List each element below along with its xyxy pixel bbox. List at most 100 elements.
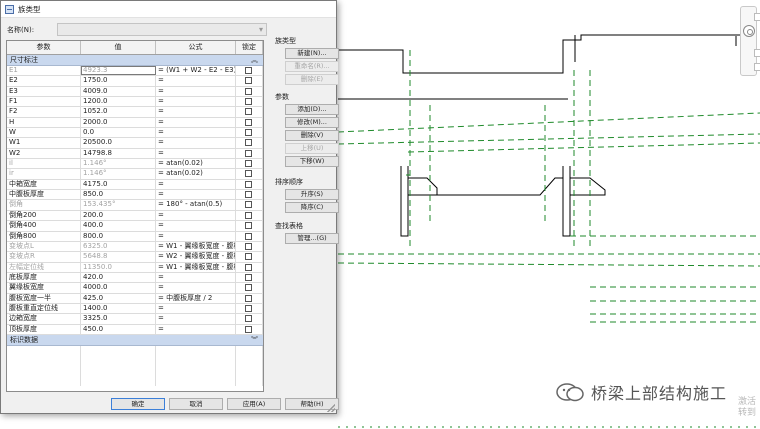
formula-cell[interactable]: = W2 - 翼缘板宽度 - 腹板 (156, 252, 236, 262)
table-row[interactable]: 变坡点L 6325.0 = W1 - 翼缘板宽度 - 腹板 (7, 241, 263, 253)
formula-cell[interactable]: = 180° - atan(0.5) (156, 200, 236, 210)
value-cell[interactable]: 14798.8 (81, 148, 156, 159)
lock-checkbox[interactable] (245, 180, 252, 188)
lock-checkbox[interactable] (245, 284, 252, 292)
value-cell[interactable]: 20500.0 (81, 138, 156, 148)
lock-checkbox[interactable] (245, 149, 252, 157)
formula-cell[interactable]: = (156, 138, 236, 148)
steering-wheel-icon[interactable] (743, 25, 755, 37)
rename-type-button[interactable]: 重命名(R)... (285, 61, 339, 72)
value-cell[interactable]: 800.0 (81, 231, 156, 241)
formula-cell[interactable]: = (156, 148, 236, 159)
formula-cell[interactable]: = (156, 314, 236, 324)
remove-parameter-button[interactable]: 删除(V) (285, 130, 339, 141)
value-cell[interactable]: 4923.3 (81, 66, 156, 76)
formula-cell[interactable]: = (156, 128, 236, 138)
value-cell[interactable]: 1200.0 (81, 97, 156, 107)
lock-checkbox[interactable] (245, 253, 252, 261)
value-cell[interactable]: 153.435° (81, 200, 156, 210)
cancel-button[interactable]: 取消 (169, 398, 223, 410)
lock-checkbox[interactable] (245, 242, 252, 250)
table-row[interactable]: F1 1200.0 = (7, 97, 263, 108)
table-row[interactable]: 倒角 153.435° = 180° - atan(0.5) (7, 200, 263, 211)
table-row[interactable]: W2 14798.8 = (7, 148, 263, 160)
value-cell[interactable]: 1.146° (81, 169, 156, 179)
formula-cell[interactable]: = (156, 283, 236, 293)
table-row[interactable]: E3 4009.0 = (7, 86, 263, 98)
value-cell[interactable]: 420.0 (81, 272, 156, 283)
value-cell[interactable]: 4175.0 (81, 179, 156, 190)
table-row[interactable]: 腹板重直定位线 1400.0 = (7, 303, 263, 315)
formula-cell[interactable]: = (156, 179, 236, 190)
formula-cell[interactable]: = (156, 272, 236, 283)
formula-cell[interactable]: = (156, 107, 236, 117)
lock-checkbox[interactable] (245, 325, 252, 333)
table-row[interactable]: H 2000.0 = (7, 117, 263, 129)
view-cube-button[interactable] (754, 13, 760, 21)
move-up-button[interactable]: 上移(U) (285, 143, 339, 154)
header-value[interactable]: 值 (81, 41, 156, 54)
table-row[interactable]: E2 1750.0 = (7, 76, 263, 87)
table-row[interactable]: 倒角400 400.0 = (7, 221, 263, 232)
value-cell[interactable]: 6325.0 (81, 241, 156, 252)
header-parameter[interactable]: 参数 (7, 41, 81, 54)
lock-checkbox[interactable] (245, 77, 252, 85)
header-formula[interactable]: 公式 (156, 41, 236, 54)
table-row[interactable]: E1 4923.3 = (W1 + W2 - E2 - E3) / (7, 66, 263, 77)
table-row[interactable]: il 1.146° = atan(0.02) (7, 159, 263, 170)
table-row[interactable]: 变坡点R 5648.8 = W2 - 翼缘板宽度 - 腹板 (7, 252, 263, 263)
formula-cell[interactable]: = (156, 86, 236, 97)
table-row[interactable]: 倒角800 800.0 = (7, 231, 263, 242)
formula-cell[interactable]: = (156, 221, 236, 231)
resize-grip-icon[interactable] (327, 404, 335, 412)
lock-checkbox[interactable] (245, 304, 252, 312)
formula-cell[interactable]: = (156, 303, 236, 314)
formula-cell[interactable]: = atan(0.02) (156, 169, 236, 179)
value-cell[interactable]: 3325.0 (81, 314, 156, 324)
value-cell[interactable]: 1750.0 (81, 76, 156, 86)
formula-cell[interactable]: = (W1 + W2 - E2 - E3) / (156, 66, 236, 76)
lock-checkbox[interactable] (245, 139, 252, 147)
value-cell[interactable]: 450.0 (81, 324, 156, 334)
manage-lookup-button[interactable]: 管理...(G) (285, 233, 339, 244)
value-cell[interactable]: 4000.0 (81, 283, 156, 293)
formula-cell[interactable]: = W1 - 翼缘板宽度 - 腹板 (156, 262, 236, 272)
value-cell[interactable]: 425.0 (81, 293, 156, 303)
lock-checkbox[interactable] (245, 160, 252, 168)
sort-ascending-button[interactable]: 升序(S) (285, 189, 339, 200)
lock-checkbox[interactable] (245, 98, 252, 106)
lock-checkbox[interactable] (245, 201, 252, 209)
formula-cell[interactable]: = (156, 210, 236, 221)
group-dimensions[interactable]: 尺寸标注 ︽ (7, 55, 263, 66)
formula-cell[interactable]: = (156, 190, 236, 200)
lock-checkbox[interactable] (245, 170, 252, 178)
new-type-button[interactable]: 新建(N)... (285, 48, 339, 59)
add-parameter-button[interactable]: 添加(D)... (285, 104, 339, 115)
value-cell[interactable]: 1400.0 (81, 303, 156, 314)
table-row[interactable]: 底板厚度 420.0 = (7, 272, 263, 284)
formula-cell[interactable]: = atan(0.02) (156, 159, 236, 169)
lock-checkbox[interactable] (245, 108, 252, 116)
ok-button[interactable]: 确定 (111, 398, 165, 410)
table-row[interactable]: 腹板宽度一半 425.0 = 中腹板厚度 / 2 (7, 293, 263, 304)
lock-checkbox[interactable] (245, 191, 252, 199)
formula-cell[interactable]: = 中腹板厚度 / 2 (156, 293, 236, 303)
apply-button[interactable]: 应用(A) (227, 398, 281, 410)
table-row[interactable]: 中箱宽度 4175.0 = (7, 179, 263, 191)
formula-cell[interactable]: = (156, 231, 236, 241)
pan-button[interactable] (754, 63, 760, 71)
value-cell[interactable]: 2000.0 (81, 117, 156, 128)
modify-parameter-button[interactable]: 修改(M)... (285, 117, 339, 128)
value-cell[interactable]: 11350.0 (81, 262, 156, 272)
value-cell[interactable]: 1052.0 (81, 107, 156, 117)
table-row[interactable]: 左幅定位线 11350.0 = W1 - 翼缘板宽度 - 腹板 (7, 262, 263, 273)
lock-checkbox[interactable] (245, 232, 252, 240)
value-cell[interactable]: 850.0 (81, 190, 156, 200)
table-row[interactable]: 倒角200 200.0 = (7, 210, 263, 222)
lock-checkbox[interactable] (245, 129, 252, 137)
table-row[interactable]: 顶板厚度 450.0 = (7, 324, 263, 335)
move-down-button[interactable]: 下移(W) (285, 156, 339, 167)
lock-checkbox[interactable] (245, 315, 252, 323)
table-row[interactable]: F2 1052.0 = (7, 107, 263, 118)
table-row[interactable]: W 0.0 = (7, 128, 263, 139)
